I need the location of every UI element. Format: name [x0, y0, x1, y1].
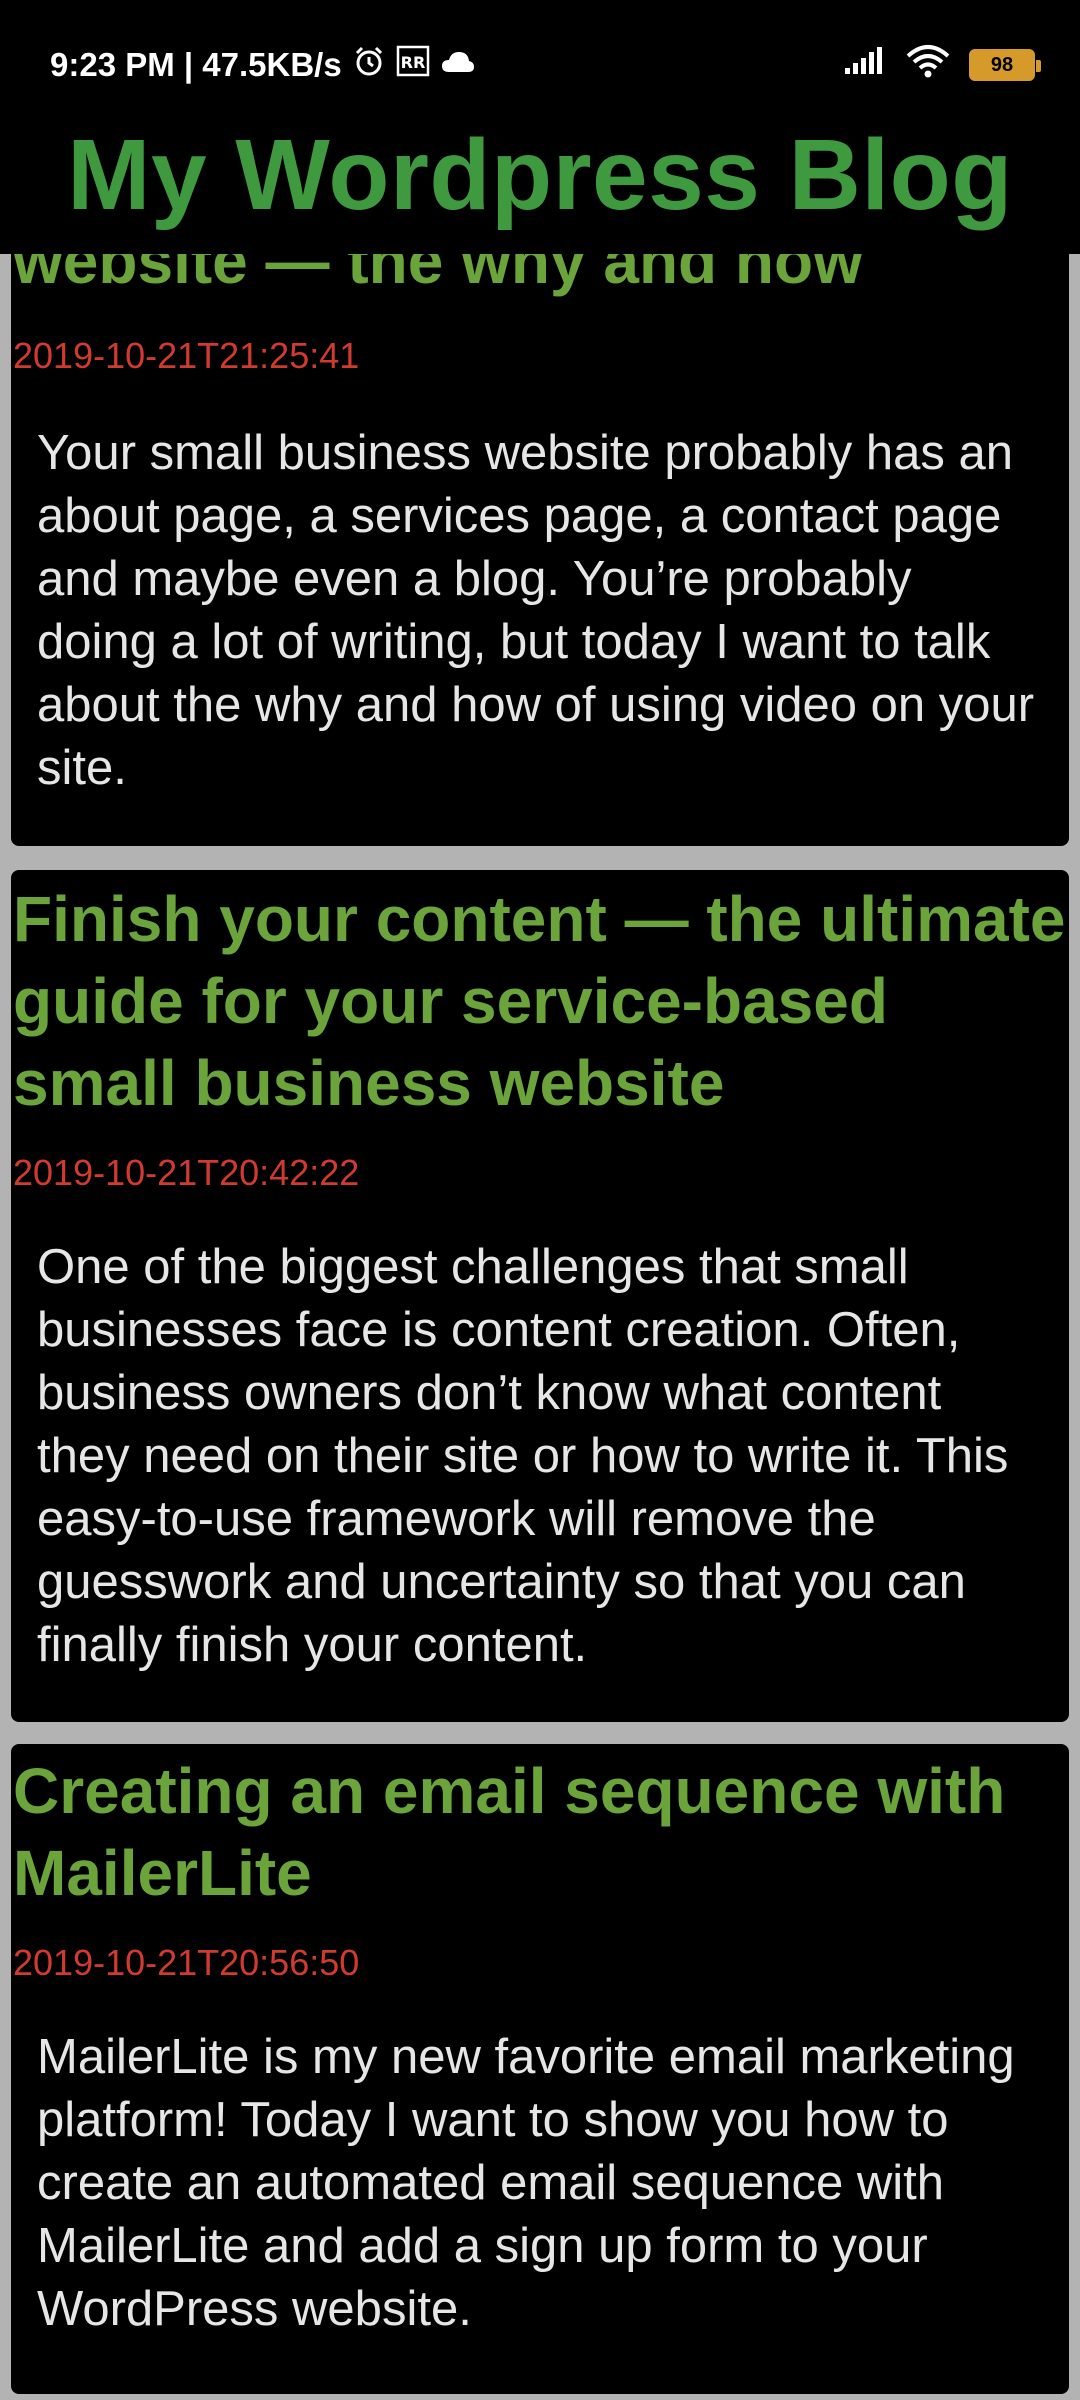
- status-time-speed: 9:23 PM | 47.5KB/s: [50, 46, 342, 83]
- page-title: My Wordpress Blog: [67, 119, 1013, 231]
- battery-icon: 98: [969, 49, 1041, 81]
- status-bar: 9:23 PM | 47.5KB/s RR 98: [0, 0, 1080, 128]
- wifi-icon: [905, 44, 951, 86]
- signal-icon: [843, 46, 887, 84]
- post-date: 2019-10-21T20:56:50: [13, 1942, 360, 1983]
- post-date: 2019-10-21T21:25:41: [13, 335, 360, 376]
- post-excerpt: MailerLite is my new favorite email mark…: [37, 2030, 1015, 2336]
- post-card[interactable]: Finish your content — the ultimate guide…: [11, 870, 1069, 1722]
- rr-icon: RR: [396, 44, 430, 86]
- cloud-icon: [440, 46, 476, 84]
- post-title[interactable]: Creating an email sequence with MailerLi…: [11, 1744, 1069, 1914]
- alarm-icon: [352, 44, 386, 86]
- post-title[interactable]: Finish your content — the ultimate guide…: [11, 870, 1069, 1124]
- post-card[interactable]: website — the why and how 2019-10-21T21:…: [11, 160, 1069, 846]
- post-excerpt: One of the biggest challenges that small…: [37, 1240, 1009, 1672]
- post-excerpt: Your small business website probably has…: [37, 426, 1035, 795]
- svg-text:RR: RR: [400, 53, 425, 72]
- app-screen: website — the why and how 2019-10-21T21:…: [0, 0, 1080, 2400]
- post-date: 2019-10-21T20:42:22: [13, 1152, 360, 1193]
- post-card[interactable]: Creating an email sequence with MailerLi…: [11, 1744, 1069, 2394]
- app-header: 9:23 PM | 47.5KB/s RR 98 My Wordpress Bl…: [0, 0, 1080, 254]
